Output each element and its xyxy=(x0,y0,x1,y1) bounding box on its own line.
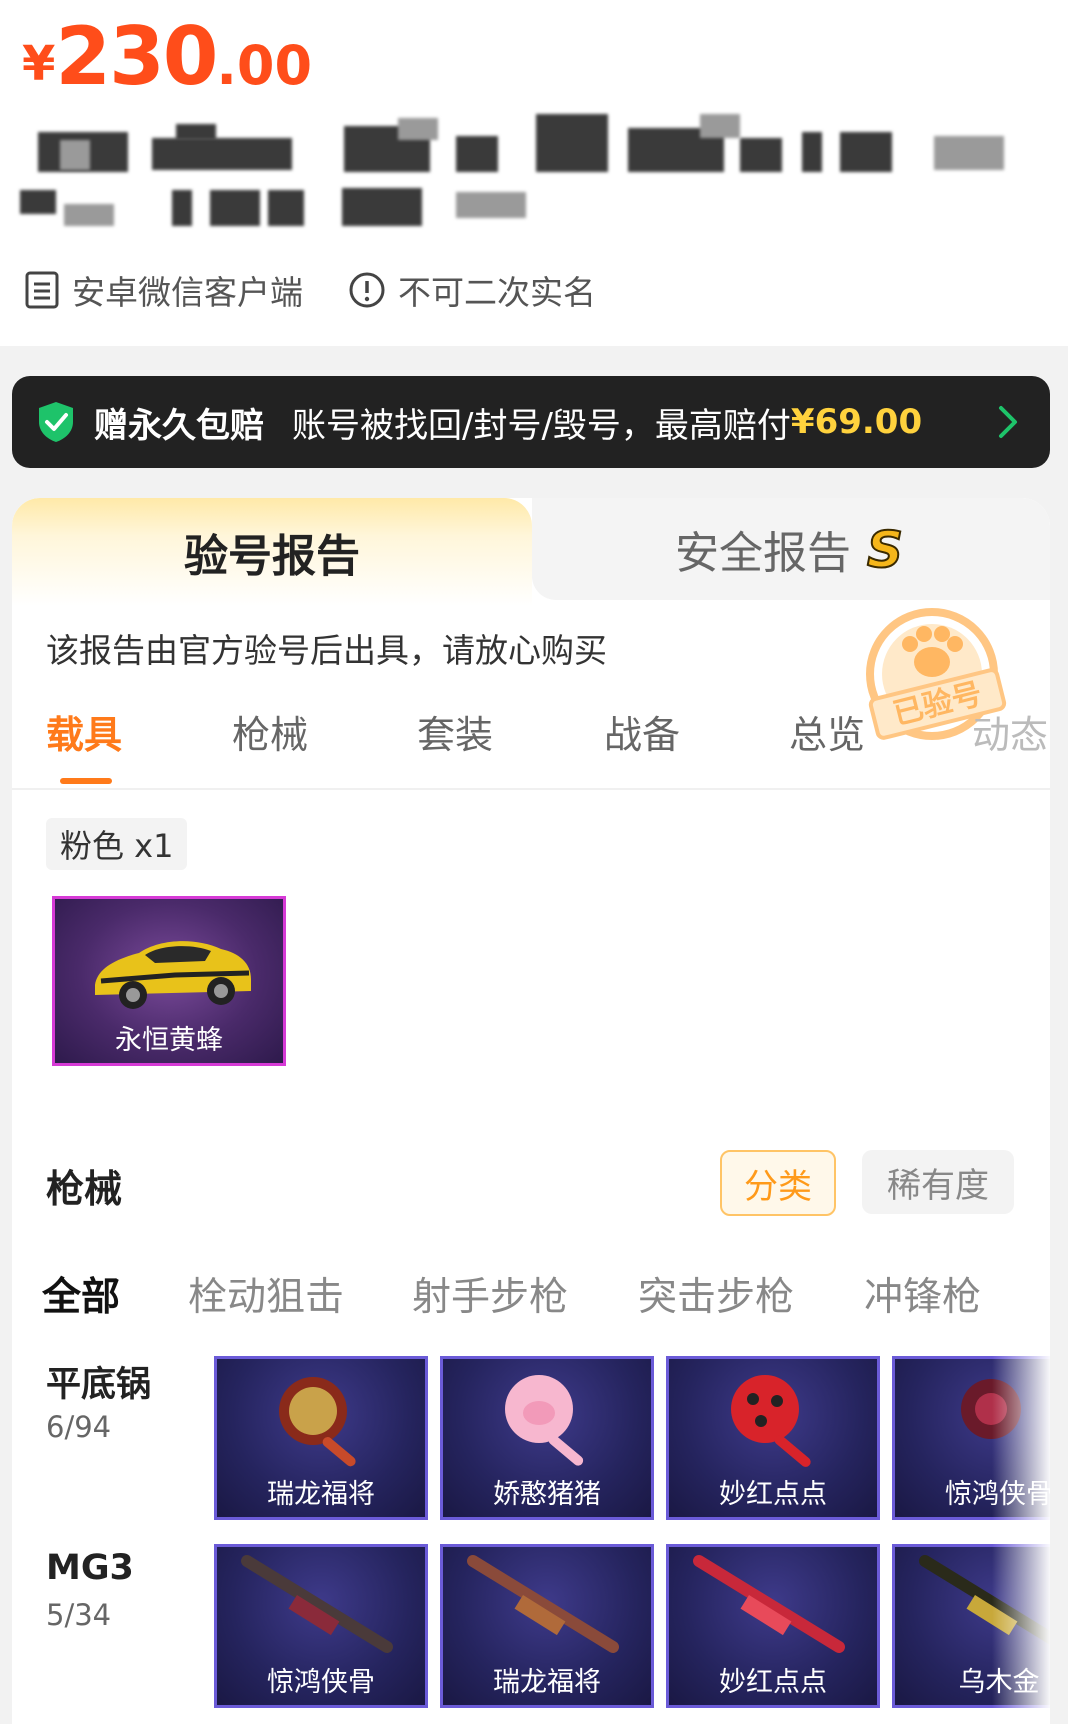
weapon-row-name: MG3 xyxy=(46,1548,134,1588)
weapon-tab-assault-rifle[interactable]: 突击步枪 xyxy=(638,1266,794,1322)
rarity-button[interactable]: 稀有度 xyxy=(862,1150,1014,1214)
tab-vehicles[interactable]: 载具 xyxy=(46,704,122,759)
vehicle-color-tag: 粉色 x1 xyxy=(46,818,188,870)
chevron-right-icon xyxy=(999,406,1017,438)
shield-check-icon xyxy=(39,402,73,442)
document-icon xyxy=(25,271,59,309)
category-tabs: 载具 枪械 套装 战备 总览 动态 xyxy=(12,694,1050,784)
car-icon xyxy=(95,941,251,1009)
security-s-icon: S xyxy=(866,523,904,575)
weapon-item[interactable]: 妙红点点 xyxy=(666,1544,880,1708)
exclamation-icon xyxy=(349,272,385,308)
weapon-tab-smg[interactable]: 冲锋枪 xyxy=(864,1266,981,1322)
tab-check-report[interactable]: 验号报告 xyxy=(12,498,532,606)
report-description: 该报告由官方验号后出具，请放心购买 xyxy=(46,631,607,670)
weapon-row-count: 5/34 xyxy=(46,1598,112,1632)
realname-label: 不可二次实名 xyxy=(398,273,596,312)
tab-security-label: 安全报告 xyxy=(675,528,851,579)
price-currency: ¥ xyxy=(22,36,56,92)
weapon-item[interactable]: 惊鸿侠骨 xyxy=(214,1544,428,1708)
active-tab-indicator xyxy=(60,778,112,784)
price-integer: 230 xyxy=(55,10,218,103)
machine-gun-icon xyxy=(467,1555,619,1653)
vehicle-item[interactable]: 永恒黄蜂 xyxy=(52,896,286,1066)
frying-pan-icon xyxy=(731,1375,811,1467)
tab-check-label: 验号报告 xyxy=(184,531,360,582)
vehicle-name: 永恒黄蜂 xyxy=(115,1025,223,1056)
weapon-item[interactable]: 瑞龙福将 xyxy=(440,1544,654,1708)
tab-security-report[interactable]: 安全报告 S xyxy=(532,498,1050,600)
machine-gun-icon xyxy=(693,1555,845,1653)
tab-gear[interactable]: 战备 xyxy=(604,704,680,759)
category-button[interactable]: 分类 xyxy=(720,1150,836,1216)
report-card: 验号报告 安全报告 S 该报告由官方验号后出具，请放心购买 已验号 载具 枪械 … xyxy=(12,498,1050,1724)
weapon-item-name: 瑞龙福将 xyxy=(493,1667,601,1698)
weapons-section-title: 枪械 xyxy=(46,1167,123,1211)
tab-overview[interactable]: 总览 xyxy=(789,704,865,759)
price: ¥230.00 xyxy=(22,10,312,103)
weapon-tab-all[interactable]: 全部 xyxy=(42,1266,120,1322)
weapon-item-name: 瑞龙福将 xyxy=(267,1479,375,1510)
weapon-item-name: 妙红点点 xyxy=(719,1479,827,1510)
weapon-item[interactable]: 瑞龙福将 xyxy=(214,1356,428,1520)
weapon-tab-dmr[interactable]: 射手步枪 xyxy=(412,1266,568,1322)
guarantee-text: 账号被找回/封号/毁号，最高赔付 xyxy=(292,405,791,446)
weapon-row-name: 平底锅 xyxy=(46,1365,152,1405)
frying-pan-icon xyxy=(505,1375,584,1466)
client-info: 安卓微信客户端 xyxy=(24,268,303,312)
tab-outfits[interactable]: 套装 xyxy=(417,704,493,759)
frying-pan-icon xyxy=(279,1377,356,1467)
price-decimal: .00 xyxy=(216,34,313,97)
tab-dynamics[interactable]: 动态 xyxy=(972,704,1048,759)
guarantee-banner[interactable]: 赠永久包赔 账号被找回/封号/毁号，最高赔付 ¥69.00 xyxy=(12,376,1050,468)
weapon-item-name: 惊鸿侠骨 xyxy=(267,1667,375,1698)
client-label: 安卓微信客户端 xyxy=(72,273,303,312)
tab-guns[interactable]: 枪械 xyxy=(232,704,308,759)
guarantee-title: 赠永久包赔 xyxy=(94,405,264,446)
realname-info: 不可二次实名 xyxy=(348,268,596,312)
weapon-item-name: 娇憨猪猪 xyxy=(493,1479,601,1510)
weapon-row-count: 6/94 xyxy=(46,1410,112,1444)
weapon-item[interactable]: 娇憨猪猪 xyxy=(440,1356,654,1520)
scroll-fade xyxy=(992,1348,1050,1724)
weapon-item-name: 妙红点点 xyxy=(719,1667,827,1698)
weapon-tab-bolt-sniper[interactable]: 栓动狙击 xyxy=(188,1266,344,1322)
weapon-item[interactable]: 妙红点点 xyxy=(666,1356,880,1520)
machine-gun-icon xyxy=(241,1555,393,1653)
svg-text:S: S xyxy=(867,523,903,575)
divider xyxy=(12,788,1050,790)
guarantee-amount: ¥69.00 xyxy=(790,402,923,442)
